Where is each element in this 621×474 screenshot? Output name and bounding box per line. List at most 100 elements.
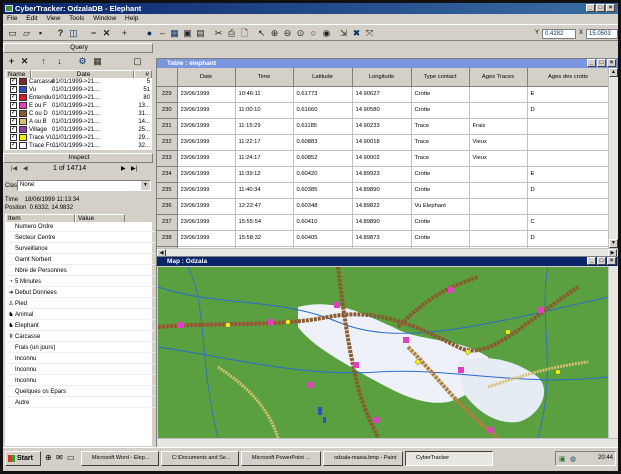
inspect-item[interactable]: Inconnu <box>7 354 155 364</box>
table-row[interactable]: 237 23/06/1999 15:55:54 0.60410 14.89890 Crot… <box>157 214 610 231</box>
table-cell[interactable]: Trace <box>411 150 470 167</box>
inspect-item[interactable]: ⚱ Carcasse <box>7 332 155 342</box>
color-swatch[interactable] <box>19 118 27 125</box>
table-cell[interactable]: 23/06/1999 <box>177 214 236 231</box>
table-cell[interactable] <box>527 134 610 151</box>
table-row[interactable]: 231 23/06/1999 11:15:29 0.61185 14.90233 Trac… <box>157 118 610 135</box>
table-cell[interactable]: Crotte <box>411 182 470 199</box>
task-explorer[interactable]: C:\Documents and Se... <box>161 451 239 466</box>
table-cell[interactable]: 23/06/1999 <box>177 134 236 151</box>
checkbox[interactable]: ✓ <box>10 126 17 133</box>
table-cell[interactable] <box>527 150 610 167</box>
table-cell[interactable] <box>469 86 528 103</box>
table-cell[interactable]: Crotte <box>411 166 470 183</box>
table-cell[interactable]: D <box>527 230 610 247</box>
table-cell[interactable]: 0.60385 <box>293 182 353 199</box>
color-swatch[interactable] <box>19 142 27 149</box>
new-icon[interactable]: ▭ <box>6 27 19 39</box>
table-cell[interactable]: 14.89923 <box>352 166 412 183</box>
inspect-item[interactable]: Surveillance <box>7 244 155 254</box>
move-up-icon[interactable]: ↑ <box>37 55 50 67</box>
class-dropdown[interactable]: None ▼ <box>17 180 151 191</box>
inspect-item[interactable]: Gamt Norbert <box>7 255 155 265</box>
map-minimize-button[interactable]: _ <box>587 257 596 265</box>
table-cell[interactable] <box>469 166 528 183</box>
plus-icon[interactable]: + <box>118 27 131 39</box>
table-cell[interactable]: 12:22:47 <box>235 198 294 215</box>
table-cell[interactable]: 23/06/1999 <box>177 102 236 119</box>
print-icon[interactable]: ⎙ <box>225 27 238 39</box>
row-number[interactable]: 235 <box>157 182 178 199</box>
column-header[interactable]: Ages Traces <box>469 68 528 87</box>
map-vertical-scrollbar[interactable] <box>608 266 618 438</box>
query-view-icon[interactable]: ▢ <box>131 55 144 67</box>
target-icon[interactable]: ◉ <box>320 27 333 39</box>
table-cell[interactable]: Crotte <box>411 230 470 247</box>
expand-icon[interactable]: ⤧ <box>363 27 376 39</box>
column-header[interactable]: Longitude <box>352 68 412 87</box>
task-word[interactable]: Microsoft Word - Elep... <box>81 451 159 466</box>
table-cell[interactable]: Vieux <box>469 150 528 167</box>
table-cell[interactable]: 0.61660 <box>293 102 353 119</box>
table-cell[interactable]: 11:24:17 <box>235 150 294 167</box>
table-cell[interactable]: 23/06/1999 <box>177 182 236 199</box>
table-cell[interactable] <box>469 102 528 119</box>
checkbox[interactable]: ✓ <box>10 94 17 101</box>
cross-icon[interactable]: ✖ <box>350 27 363 39</box>
table-cell[interactable]: 0.60420 <box>293 166 353 183</box>
inspect-item[interactable]: ➜ Debut Donnees <box>7 288 155 298</box>
table-row[interactable]: 238 23/06/1999 15:58:32 0.60405 14.89873 Crot… <box>157 230 610 247</box>
help-icon[interactable]: ? <box>54 27 67 39</box>
table-cell[interactable]: 10:46:11 <box>235 86 294 103</box>
checkbox[interactable]: ✓ <box>10 102 17 109</box>
table-row[interactable]: 233 23/06/1999 11:24:17 0.60852 14.90002 Trac… <box>157 150 610 167</box>
table-cell[interactable] <box>469 182 528 199</box>
table-cell[interactable]: 23/06/1999 <box>177 150 236 167</box>
menu-file[interactable]: File <box>7 15 17 22</box>
row-number[interactable]: 236 <box>157 198 178 215</box>
map-maximize-button[interactable]: □ <box>597 257 606 265</box>
save-icon[interactable]: ▪ <box>34 27 47 39</box>
inspect-item[interactable]: Nbre de Personnes <box>7 266 155 276</box>
table-row[interactable]: 232 23/06/1999 11:22:17 0.60883 14.90018 Trac… <box>157 134 610 151</box>
inspect-item[interactable]: ♞ Animal <box>7 310 155 320</box>
move-down-icon[interactable]: ↓ <box>53 55 66 67</box>
minus-icon[interactable]: − <box>87 27 100 39</box>
column-header[interactable]: Latitude <box>293 68 353 87</box>
table-cell[interactable] <box>469 214 528 231</box>
table-cell[interactable] <box>527 198 610 215</box>
inspect-item[interactable]: Numero Ordre <box>7 222 155 232</box>
quicklaunch-ie-icon[interactable]: ⊕ <box>45 453 52 462</box>
open-icon[interactable]: ▱ <box>20 27 33 39</box>
table-cell[interactable]: 14.90233 <box>352 118 412 135</box>
maximize-button[interactable]: □ <box>596 4 605 12</box>
record-icon[interactable]: ● <box>143 27 156 39</box>
inspect-item[interactable]: Quelques os Epars <box>7 387 155 397</box>
table-cell[interactable]: 14.89890 <box>352 214 412 231</box>
add-query-icon[interactable]: + <box>5 55 18 67</box>
table-cell[interactable]: 11:39:12 <box>235 166 294 183</box>
color-swatch[interactable] <box>19 94 27 101</box>
table-cell[interactable]: 0.61773 <box>293 86 353 103</box>
menu-window[interactable]: Window <box>93 15 116 22</box>
inspect-item[interactable]: Inconnu <box>7 365 155 375</box>
map-horizontal-scrollbar[interactable] <box>157 438 618 447</box>
next-record-icon[interactable]: ▶ <box>121 165 126 172</box>
table-cell[interactable]: C <box>527 214 610 231</box>
row-number[interactable]: 230 <box>157 102 178 119</box>
table-cell[interactable]: 0.60405 <box>293 230 353 247</box>
prev-record-icon[interactable]: ◀ <box>23 165 28 172</box>
quicklaunch-desktop-icon[interactable]: ▭ <box>67 453 75 462</box>
checkbox[interactable]: ✓ <box>10 78 17 85</box>
inspect-item[interactable]: Secteur Centre <box>7 233 155 243</box>
row-number[interactable]: 232 <box>157 134 178 151</box>
table-close-button[interactable]: × <box>607 59 616 67</box>
pan-icon[interactable]: ○ <box>307 27 320 39</box>
zoom-icon[interactable]: ⊙ <box>294 27 307 39</box>
chart-icon[interactable]: ▤ <box>194 27 207 39</box>
map-canvas[interactable] <box>158 267 608 438</box>
color-swatch[interactable] <box>19 134 27 141</box>
tools-icon[interactable]: ✂ <box>212 27 225 39</box>
row-number[interactable]: 237 <box>157 214 178 231</box>
delete-query-icon[interactable]: ✕ <box>18 55 31 67</box>
